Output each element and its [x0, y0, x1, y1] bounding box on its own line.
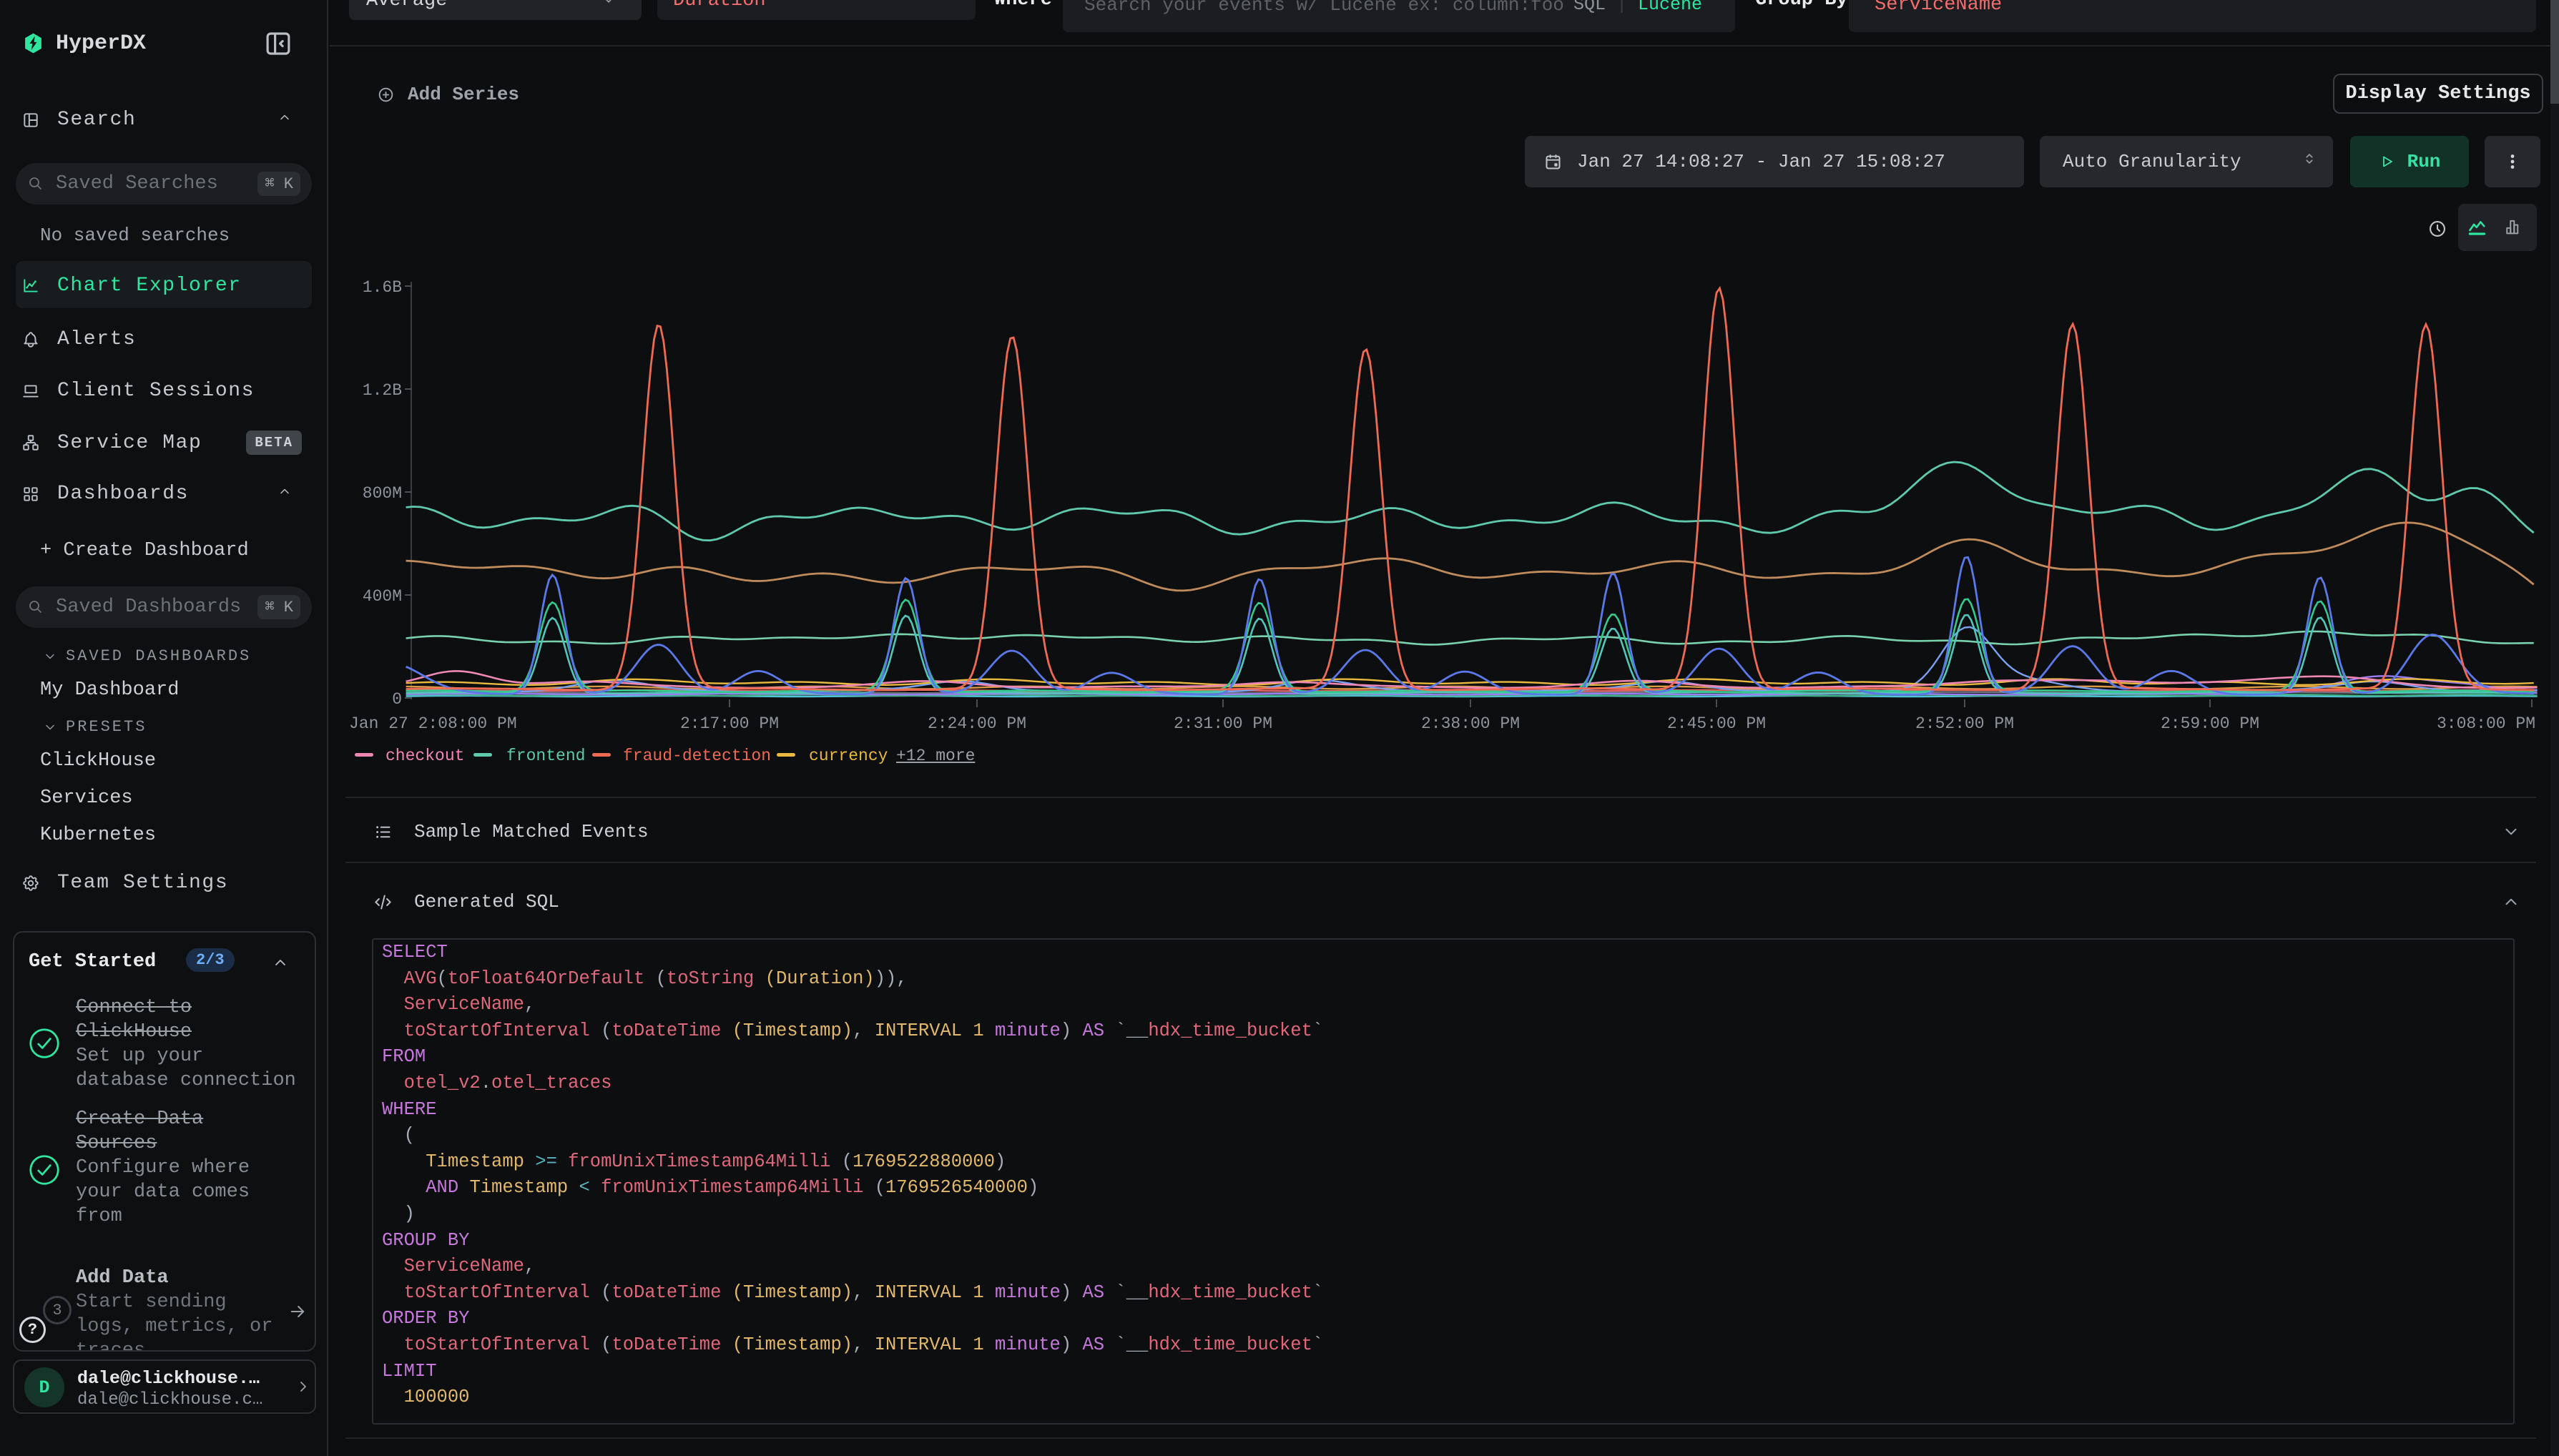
svg-text:1.6B: 1.6B	[363, 278, 402, 297]
svg-text:2:59:00 PM: 2:59:00 PM	[2161, 714, 2259, 733]
svg-text:0: 0	[392, 690, 402, 709]
svg-text:3:08:00 PM: 3:08:00 PM	[2437, 714, 2535, 733]
svg-text:2:24:00 PM: 2:24:00 PM	[928, 714, 1026, 733]
svg-text:2:31:00 PM: 2:31:00 PM	[1174, 714, 1272, 733]
svg-text:800M: 800M	[363, 484, 402, 503]
svg-text:2:17:00 PM: 2:17:00 PM	[680, 714, 779, 733]
svg-text:Jan 27 2:08:00 PM: Jan 27 2:08:00 PM	[349, 714, 517, 733]
svg-text:2:38:00 PM: 2:38:00 PM	[1421, 714, 1520, 733]
svg-text:2:45:00 PM: 2:45:00 PM	[1667, 714, 1766, 733]
svg-text:1.2B: 1.2B	[363, 381, 402, 400]
svg-text:2:52:00 PM: 2:52:00 PM	[1915, 714, 2014, 733]
svg-text:400M: 400M	[363, 587, 402, 606]
